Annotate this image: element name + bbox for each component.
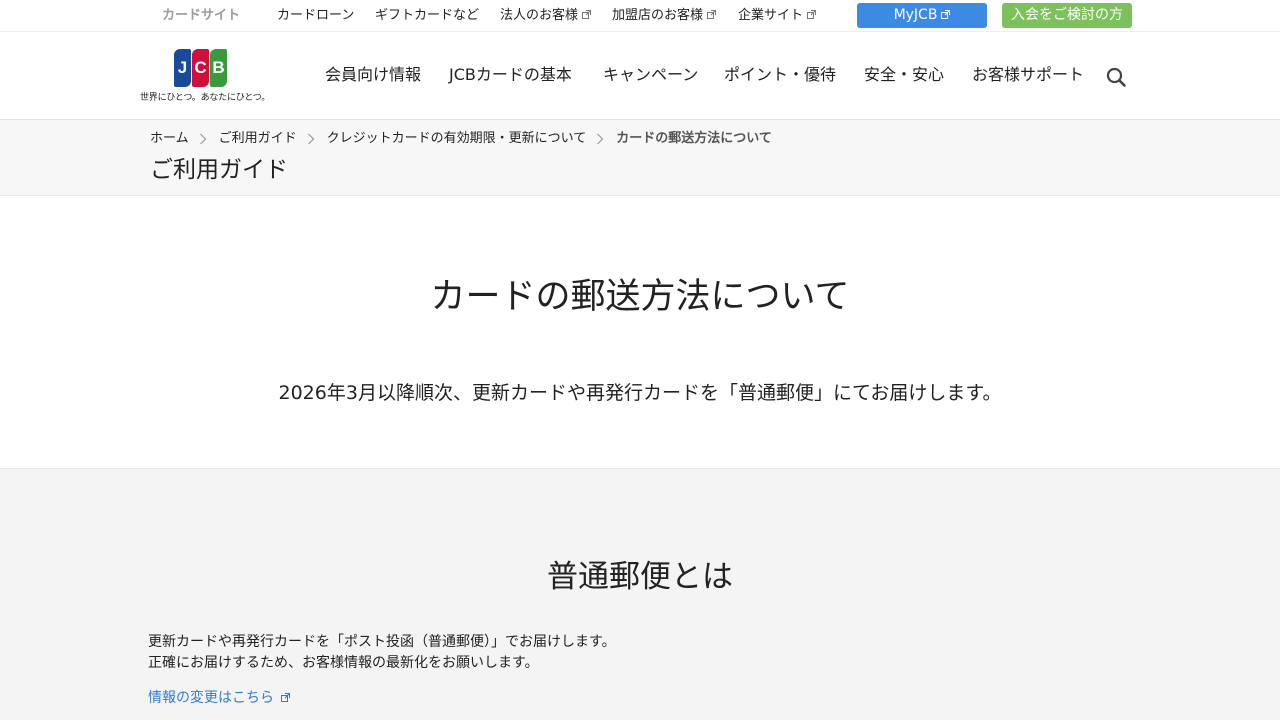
- utility-link-label: 法人のお客様: [500, 8, 579, 23]
- myjcb-button-label: MyJCB: [893, 7, 938, 23]
- gnav-points-benefits[interactable]: ポイント・優待: [724, 65, 836, 85]
- utility-link-merchants[interactable]: 加盟店のお客様: [612, 8, 717, 24]
- breadcrumb-expiry-renewal[interactable]: クレジットカードの有効期限・更新について: [327, 130, 587, 148]
- myjcb-button[interactable]: MyJCB: [857, 3, 987, 28]
- utility-link-corporate-customers[interactable]: 法人のお客様: [500, 8, 592, 24]
- search-button[interactable]: [1105, 66, 1127, 88]
- utility-link-gift-card[interactable]: ギフトカードなど: [375, 8, 479, 24]
- logo-letter-c: C: [192, 49, 209, 87]
- lead-text: 2026年3月以降順次、更新カードや再発行カードを「普通郵便」にてお届けします。: [278, 382, 1002, 404]
- utility-link-label: 加盟店のお客様: [612, 8, 704, 23]
- chevron-right-icon: [586, 130, 616, 148]
- change-info-link[interactable]: 情報の変更はこちら: [148, 688, 290, 708]
- current-site-label: カードサイト: [162, 8, 241, 23]
- jcb-logo-mark: J C B: [174, 49, 227, 87]
- utility-link-label: 企業サイト: [738, 8, 804, 23]
- utility-link-label: ギフトカードなど: [375, 8, 480, 23]
- gnav-security[interactable]: 安全・安心: [864, 65, 944, 85]
- jcb-logo[interactable]: J C B 世界にひとつ。あなたにひとつ。: [140, 48, 271, 108]
- breadcrumb: ホーム ご利用ガイド クレジットカードの有効期限・更新について カードの郵送方法…: [150, 130, 772, 148]
- chevron-right-icon: [297, 130, 327, 148]
- section-title: ご利用ガイド: [150, 157, 288, 183]
- utility-link-company-site[interactable]: 企業サイト: [738, 8, 817, 24]
- body-text: 更新カードや再発行カードを「ポスト投函（普通郵便）」でお届けします。: [148, 634, 616, 650]
- page-title: カードの郵送方法について: [430, 277, 850, 317]
- utility-link-card-loan[interactable]: カードローン: [277, 8, 354, 24]
- external-link-icon: [941, 10, 951, 19]
- gnav-campaign[interactable]: キャンペーン: [603, 65, 698, 85]
- external-link-icon: [281, 693, 290, 702]
- change-info-link-label: 情報の変更はこちら: [148, 690, 274, 706]
- utility-bar: カードサイト カードローン ギフトカードなど 法人のお客様 加盟店のお客様 企業…: [0, 0, 1280, 32]
- search-icon: [1106, 67, 1126, 87]
- chevron-right-icon: [189, 130, 219, 148]
- external-link-icon: [707, 10, 717, 19]
- breadcrumb-home[interactable]: ホーム: [150, 130, 189, 148]
- section-heading: 普通郵便とは: [547, 559, 733, 595]
- utility-link-label: カードローン: [277, 8, 355, 23]
- gnav-member-info[interactable]: 会員向け情報: [325, 65, 421, 85]
- gnav-customer-support[interactable]: お客様サポート: [972, 65, 1084, 85]
- external-link-icon: [582, 10, 592, 19]
- logo-tagline: 世界にひとつ。あなたにひとつ。: [140, 93, 271, 103]
- futsu-yubin-section: 普通郵便とは 更新カードや再発行カードを「ポスト投函（普通郵便）」でお届けします…: [0, 468, 1280, 720]
- breadcrumb-current: カードの郵送方法について: [616, 131, 772, 146]
- body-text: 正確にお届けするため、お客様情報の最新化をお願いします。: [148, 655, 539, 671]
- logo-letter-b: B: [210, 49, 227, 87]
- global-header: J C B 世界にひとつ。あなたにひとつ。 会員向け情報 JCBカードの基本 キ…: [0, 32, 1280, 120]
- breadcrumb-usage-guide[interactable]: ご利用ガイド: [219, 130, 297, 148]
- breadcrumb-band: ホーム ご利用ガイド クレジットカードの有効期限・更新について カードの郵送方法…: [0, 120, 1280, 196]
- join-button-label: 入会をご検討の方: [1011, 7, 1123, 23]
- gnav-jcb-card-basics[interactable]: JCBカードの基本: [449, 65, 572, 85]
- join-consider-button[interactable]: 入会をご検討の方: [1002, 3, 1132, 28]
- external-link-icon: [807, 10, 817, 19]
- logo-letter-j: J: [174, 49, 191, 87]
